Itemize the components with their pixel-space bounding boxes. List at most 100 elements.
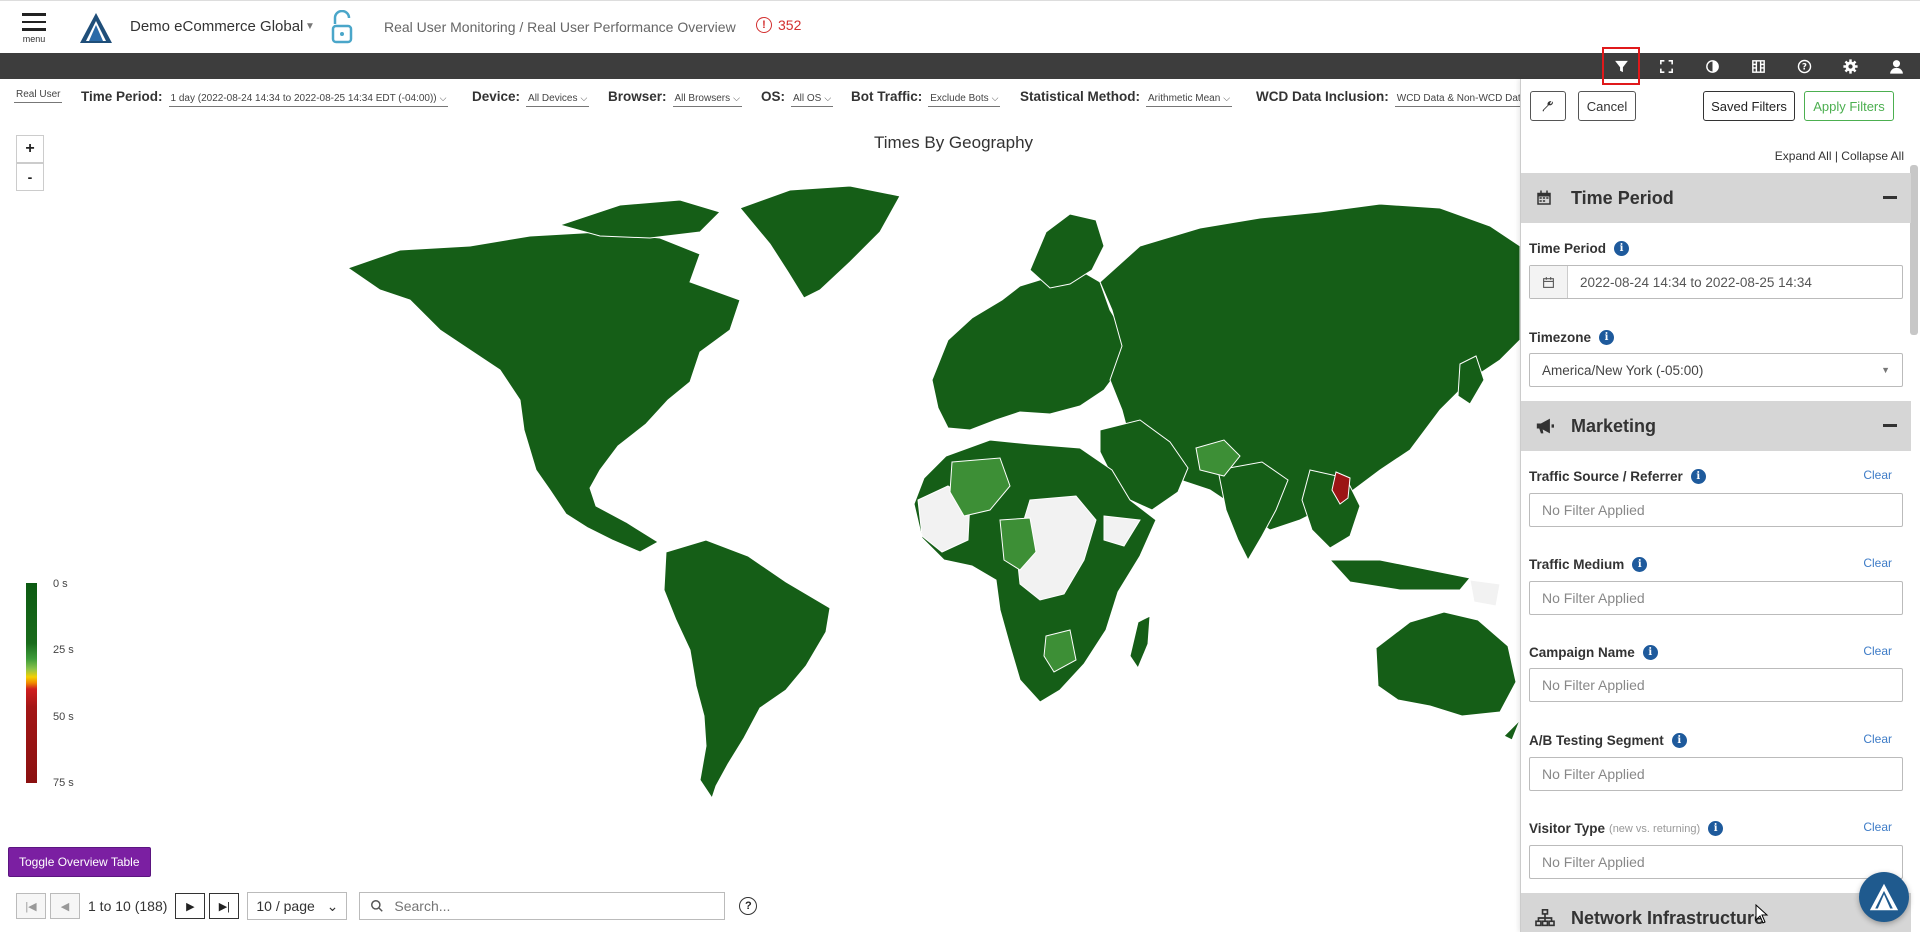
unlock-icon[interactable]: [330, 10, 354, 46]
clear-campaign-name-link[interactable]: Clear: [1863, 644, 1892, 658]
section-marketing[interactable]: Marketing: [1521, 401, 1911, 451]
chevron-down-icon: ⌵: [824, 93, 832, 103]
menu-button[interactable]: menu: [18, 10, 50, 50]
device-select[interactable]: All Devices ⌵: [526, 93, 590, 107]
country-north-america: [346, 231, 741, 553]
prev-page-button[interactable]: ◀: [50, 893, 80, 919]
saved-filters-button[interactable]: Saved Filters: [1703, 91, 1795, 121]
section-title: Time Period: [1571, 187, 1674, 208]
org-dropdown-caret-icon[interactable]: ▼: [305, 21, 315, 32]
section-time-period[interactable]: Time Period: [1521, 173, 1911, 223]
first-page-button[interactable]: |◀: [16, 893, 46, 919]
help-chat-button[interactable]: [1859, 872, 1909, 922]
collapse-icon[interactable]: [1883, 424, 1897, 427]
pagination: |◀ ◀ 1 to 10 (188) ▶ ▶| 10 / page ⌄ ?: [16, 892, 758, 920]
filter-device[interactable]: Device: All Devices ⌵: [472, 89, 590, 107]
legend-label-25: 25 s: [53, 644, 74, 656]
per-page-select[interactable]: 10 / page ⌄: [247, 892, 348, 920]
filter-tools-button[interactable]: [1530, 91, 1566, 121]
panel-scrollbar[interactable]: [1910, 165, 1918, 335]
collapse-all-link[interactable]: Collapse All: [1841, 149, 1904, 163]
calendar-icon[interactable]: [1530, 266, 1568, 298]
clear-traffic-medium-link[interactable]: Clear: [1863, 556, 1892, 570]
info-icon[interactable]: i: [1690, 469, 1706, 484]
campaign-name-input[interactable]: No Filter Applied: [1529, 668, 1903, 702]
timezone-select[interactable]: America/New York (-05:00) ▼: [1529, 353, 1903, 387]
country-scandinavia: [1029, 213, 1105, 289]
time-period-field-label: Time Period i: [1529, 241, 1630, 256]
bot-traffic-select[interactable]: Exclude Bots ⌵: [928, 93, 1001, 107]
help-icon[interactable]: ?: [1784, 53, 1824, 79]
settings-icon[interactable]: [1830, 53, 1870, 79]
statistical-method-select[interactable]: Arithmetic Mean ⌵: [1146, 93, 1233, 107]
wcd-data-select[interactable]: WCD Data & Non-WCD Data: [1394, 93, 1520, 107]
field-label-text: Visitor Type: [1529, 821, 1606, 836]
traffic-source-input[interactable]: No Filter Applied: [1529, 493, 1903, 527]
filter-icon[interactable]: [1601, 53, 1641, 79]
field-label-text: A/B Testing Segment: [1529, 733, 1664, 748]
calendar-icon: [1535, 188, 1557, 208]
info-icon[interactable]: i: [1632, 557, 1648, 572]
filter-os[interactable]: OS: All OS ⌵: [761, 89, 834, 107]
time-period-label-text: Time Period: [1529, 241, 1607, 256]
filter-wcd-data[interactable]: WCD Data Inclusion: WCD Data & Non-WCD D…: [1256, 89, 1520, 107]
filter-data-source[interactable]: Real User: [14, 89, 63, 103]
filter-bar: Real User Time Period: 1 day (2022-08-24…: [0, 79, 1520, 113]
time-period-range-input[interactable]: 2022-08-24 14:34 to 2022-08-25 14:34: [1529, 265, 1903, 299]
chevron-down-icon: ⌵: [733, 93, 740, 103]
info-icon[interactable]: i: [1708, 821, 1724, 836]
next-page-button[interactable]: ▶: [175, 893, 206, 919]
chevron-down-icon: ⌄: [326, 897, 339, 914]
search-input[interactable]: [392, 897, 715, 915]
expand-all-link[interactable]: Expand All: [1775, 149, 1832, 163]
time-period-select[interactable]: 1 day (2022-08-24 14:34 to 2022-08-25 14…: [168, 93, 449, 107]
filter-statistical-method[interactable]: Statistical Method: Arithmetic Mean ⌵: [1020, 89, 1233, 107]
os-select[interactable]: All OS ⌵: [791, 93, 834, 107]
cancel-button[interactable]: Cancel: [1578, 91, 1636, 121]
info-icon[interactable]: i: [1599, 330, 1615, 345]
toggle-overview-table-button[interactable]: Toggle Overview Table: [8, 847, 151, 877]
fullscreen-icon[interactable]: [1646, 53, 1686, 79]
field-label-text: Traffic Medium: [1529, 557, 1625, 572]
browser-select[interactable]: All Browsers ⌵: [672, 93, 742, 107]
page-range: 1 to 10 (188): [88, 898, 168, 914]
ab-testing-segment-input[interactable]: No Filter Applied: [1529, 757, 1903, 791]
clear-traffic-source-link[interactable]: Clear: [1863, 468, 1892, 482]
columns-icon[interactable]: [1738, 53, 1778, 79]
filter-time-period[interactable]: Time Period: 1 day (2022-08-24 14:34 to …: [81, 89, 449, 107]
country-south-america: [663, 539, 831, 800]
search-help-icon[interactable]: ?: [739, 897, 758, 915]
clear-visitor-type-link[interactable]: Clear: [1863, 820, 1892, 834]
app-header: menu Demo eCommerce Global ▼ Real User M…: [0, 0, 1920, 53]
time-period-label: Time Period:: [81, 89, 163, 104]
info-icon[interactable]: i: [1671, 733, 1687, 748]
contrast-icon[interactable]: [1692, 53, 1732, 79]
alert-indicator[interactable]: ! 352: [756, 17, 801, 33]
data-source-select[interactable]: Real User: [14, 89, 63, 103]
time-period-range-value: 2022-08-24 14:34 to 2022-08-25 14:34: [1580, 274, 1812, 290]
info-icon[interactable]: i: [1642, 645, 1658, 660]
traffic-medium-input[interactable]: No Filter Applied: [1529, 581, 1903, 615]
breadcrumb: Real User Monitoring / Real User Perform…: [384, 19, 736, 35]
clear-ab-testing-link[interactable]: Clear: [1863, 732, 1892, 746]
apply-filters-button[interactable]: Apply Filters: [1804, 91, 1894, 121]
visitor-type-input[interactable]: No Filter Applied: [1529, 845, 1903, 879]
info-icon[interactable]: i: [1614, 241, 1630, 256]
section-title: Marketing: [1571, 415, 1657, 436]
user-icon[interactable]: [1876, 53, 1916, 79]
collapse-icon[interactable]: [1883, 196, 1897, 199]
region-no-data-pacific-islands: [1469, 579, 1501, 607]
filter-browser[interactable]: Browser: All Browsers ⌵: [608, 89, 742, 107]
table-search[interactable]: [359, 892, 726, 920]
browser-value: All Browsers: [674, 93, 731, 104]
org-name[interactable]: Demo eCommerce Global: [130, 18, 303, 35]
world-map[interactable]: [0, 113, 1520, 833]
section-network-infrastructure[interactable]: Network Infrastructure: [1521, 893, 1911, 932]
map-area: Times By Geography + - 0 s 25 s 50 s 75 …: [0, 113, 1520, 833]
field-label-text: Traffic Source / Referrer: [1529, 469, 1683, 484]
brand-logo-icon[interactable]: [78, 11, 114, 45]
per-page-value: 10 / page: [256, 898, 315, 914]
filter-bot-traffic[interactable]: Bot Traffic: Exclude Bots ⌵: [851, 89, 1001, 107]
search-icon: [371, 900, 384, 912]
last-page-button[interactable]: ▶|: [209, 893, 240, 919]
